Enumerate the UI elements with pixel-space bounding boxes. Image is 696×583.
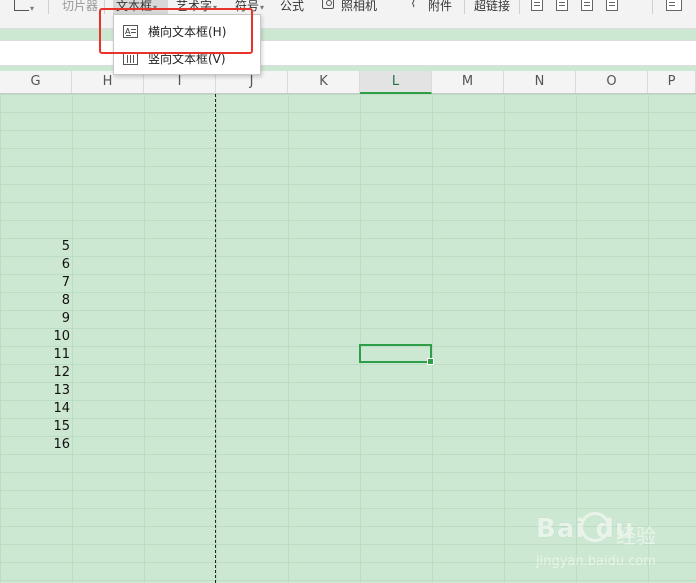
column-header-m[interactable]: M [432,71,504,93]
column-header-o[interactable]: O [576,71,648,93]
document-icon[interactable] [606,0,618,11]
camera-button[interactable]: 照相机 [341,0,377,14]
column-header-l[interactable]: L [360,71,432,94]
spreadsheet-grid: G H I J K L M N O P 5 6 7 8 9 10 11 12 1… [0,71,696,583]
object-icon[interactable] [581,0,593,11]
column-headers: G H I J K L M N O P [0,71,696,94]
cell-value[interactable]: 7 [0,274,70,292]
cell-value[interactable]: 14 [0,400,70,418]
chart-icon [14,0,29,11]
cell-area[interactable]: 5 6 7 8 9 10 11 12 13 14 15 16 [0,94,696,583]
page-setup-icon[interactable] [556,0,568,11]
formula-button[interactable]: 公式 [280,0,304,14]
watermark-cn: 经验 [616,524,656,548]
cell-value[interactable]: 15 [0,418,70,436]
red-highlight-annotation [99,8,253,54]
hyperlink-button[interactable]: 超链接 [474,0,510,14]
separator [464,0,465,14]
separator [652,0,653,14]
edit-icon[interactable] [666,0,682,11]
cell-value[interactable]: 6 [0,256,70,274]
cell-value[interactable]: 5 [0,238,70,256]
header-footer-icon[interactable] [531,0,543,11]
separator [519,0,520,14]
cell-value[interactable]: 12 [0,364,70,382]
slicer-button[interactable]: 切片器 [62,0,98,14]
chart-button[interactable]: ▾ [14,0,42,14]
column-header-p[interactable]: P [648,71,696,93]
cell-value[interactable]: 11 [0,346,70,364]
camera-icon [322,0,334,9]
baidu-jingyan-watermark: Bai du 经验 jingyan.baidu.com [536,512,686,578]
column-header-n[interactable]: N [504,71,576,93]
cell-value[interactable]: 16 [0,436,70,454]
column-header-k[interactable]: K [288,71,360,93]
cell-value[interactable]: 9 [0,310,70,328]
watermark-url: jingyan.baidu.com [536,554,656,569]
separator [48,0,49,14]
column-header-g[interactable]: G [0,71,72,93]
paperclip-icon: ⌇ [410,0,417,11]
paw-icon [580,512,610,542]
cell-value[interactable]: 10 [0,328,70,346]
attachment-button[interactable]: 附件 [428,0,452,14]
cell-value[interactable]: 8 [0,292,70,310]
selected-cell[interactable] [359,344,434,365]
cell-value[interactable]: 13 [0,382,70,400]
page-break-line [215,94,216,583]
